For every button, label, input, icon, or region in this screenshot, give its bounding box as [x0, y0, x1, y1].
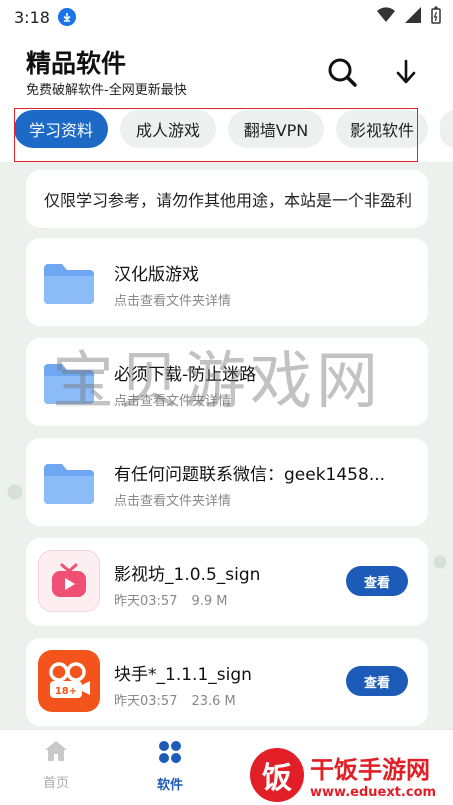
app-time: 昨天03:57 [114, 594, 178, 609]
app-header: 精品软件 免费破解软件-全网更新最快 [0, 34, 453, 106]
download-notification-icon [57, 8, 76, 26]
home-icon [45, 741, 67, 761]
app-item[interactable]: 影视坊_1.0.5_sign 昨天03:57 9.9 M 查看 [26, 538, 428, 626]
folder-icon [44, 464, 94, 504]
app-title: 影视坊_1.0.5_sign [114, 565, 261, 585]
app-size: 23.6 M [191, 694, 236, 709]
folder-subtitle: 点击查看文件夹详情 [114, 494, 232, 509]
folder-title: 必须下载-防止迷路 [114, 365, 257, 385]
app-item[interactable]: 18+ 块手*_1.1.1_sign 昨天03:57 23.6 M 查看 [26, 638, 428, 726]
nav-software-label: 软件 [156, 778, 183, 793]
brand-watermark: 饭 干饭手游网 www.eduext.com [250, 744, 453, 805]
folder-icon [44, 264, 94, 304]
app-size: 9.9 M [191, 594, 228, 609]
app-meta: 昨天03:57 23.6 M [114, 690, 236, 709]
search-button[interactable] [324, 54, 360, 90]
notice-banner: 仅限学习参考，请勿作其他用途，本站是一个非盈利 [26, 170, 428, 228]
tab-video-apps[interactable]: 影视软件 [336, 110, 428, 148]
folder-item[interactable]: 汉化版游戏 点击查看文件夹详情 [26, 238, 428, 326]
view-button[interactable]: 查看 [346, 666, 408, 696]
nav-software[interactable]: 软件 [140, 740, 200, 793]
brand-logo: 饭 [250, 747, 304, 802]
folder-subtitle: 点击查看文件夹详情 [114, 294, 232, 309]
nav-home-label: 首页 [42, 776, 69, 791]
tab-adult-games[interactable]: 成人游戏 [120, 110, 216, 148]
tab-vpn[interactable]: 翻墙VPN [228, 110, 324, 148]
cellular-signal-icon [405, 7, 421, 23]
page-title: 精品软件 [26, 49, 127, 78]
app-meta: 昨天03:57 9.9 M [114, 590, 228, 609]
folder-title: 汉化版游戏 [114, 265, 199, 285]
view-button[interactable]: 查看 [346, 566, 408, 596]
tab-study-materials[interactable]: 学习资料 [14, 110, 108, 148]
search-icon [328, 58, 357, 87]
folder-item[interactable]: 必须下载-防止迷路 点击查看文件夹详情 [26, 338, 428, 426]
video-camera-app-icon: 18+ [38, 650, 100, 712]
app-time: 昨天03:57 [114, 694, 178, 709]
brand-url: www.eduext.com [310, 784, 437, 800]
category-tabs: 学习资料 成人游戏 翻墙VPN 影视软件 [0, 106, 453, 162]
tv-app-icon [38, 550, 100, 612]
page-subtitle: 免费破解软件-全网更新最快 [26, 83, 187, 98]
file-list: 仅限学习参考，请勿作其他用途，本站是一个非盈利 汉化版游戏 点击查看文件夹详情 … [0, 162, 453, 729]
folder-title: 有任何问题联系微信：geek1458... [114, 465, 386, 485]
folder-item[interactable]: 有任何问题联系微信：geek1458... 点击查看文件夹详情 [26, 438, 428, 526]
download-arrow-icon [396, 59, 416, 84]
app-title: 块手*_1.1.1_sign [114, 665, 252, 685]
nav-home[interactable]: 首页 [26, 740, 86, 791]
grid-icon [159, 741, 181, 763]
age-badge: 18+ [55, 686, 77, 697]
folder-icon [44, 364, 94, 404]
download-button[interactable] [388, 54, 424, 90]
brand-name: 干饭手游网 [310, 755, 430, 784]
battery-icon [431, 6, 441, 24]
wifi-icon [377, 7, 395, 23]
tab-overflow[interactable] [440, 110, 453, 148]
folder-subtitle: 点击查看文件夹详情 [114, 394, 232, 409]
status-time: 3:18 [14, 7, 50, 27]
status-bar: 3:18 [0, 0, 453, 34]
notice-text: 仅限学习参考，请勿作其他用途，本站是一个非盈利 [44, 191, 413, 210]
